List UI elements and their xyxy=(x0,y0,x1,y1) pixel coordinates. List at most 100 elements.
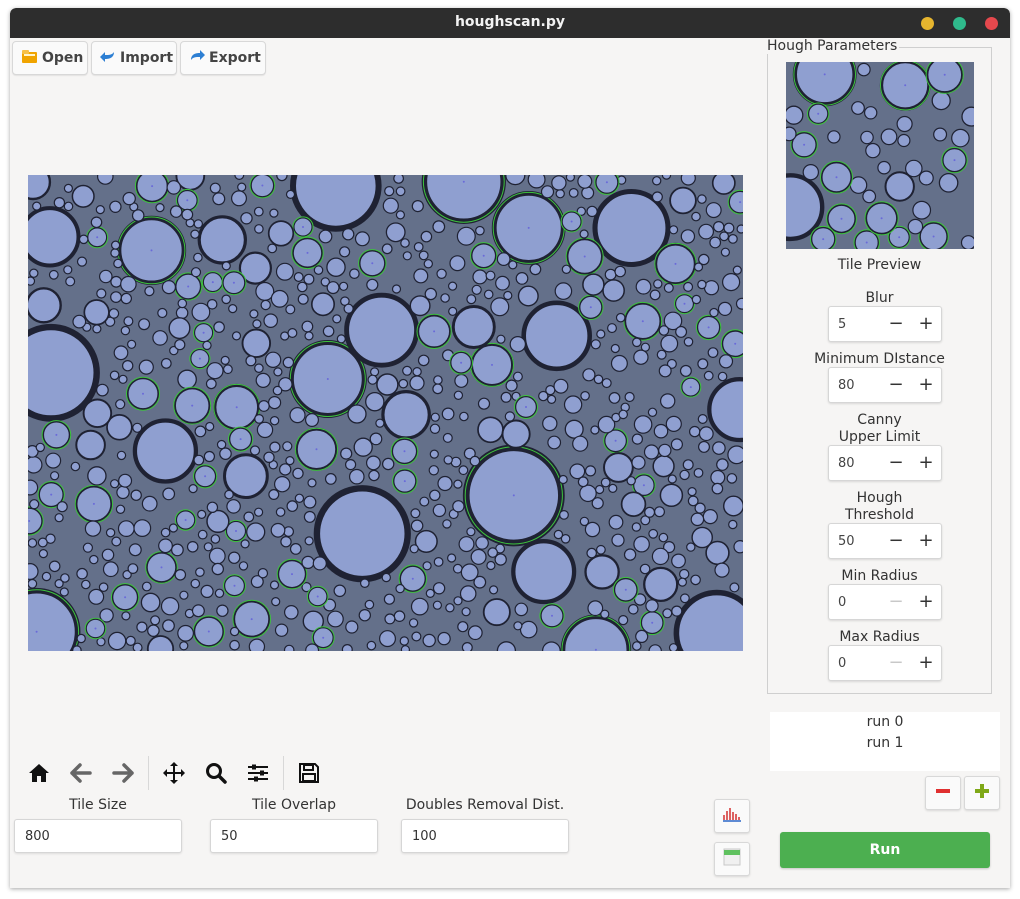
bubble xyxy=(686,542,696,552)
folder-icon xyxy=(21,49,38,68)
bubble xyxy=(132,642,143,651)
bubble xyxy=(99,269,113,284)
hough-threshold-increment-button[interactable]: + xyxy=(911,524,941,558)
max-radius-decrement-button[interactable]: − xyxy=(881,646,911,680)
bubble xyxy=(366,640,377,651)
runs-list[interactable]: run 0 run 1 xyxy=(770,712,1000,771)
tile-size-input[interactable]: 800 xyxy=(14,819,182,853)
blur-increment-button[interactable]: + xyxy=(911,307,941,341)
bubble xyxy=(584,554,620,590)
bubble xyxy=(273,367,283,377)
max-radius-increment-button[interactable]: + xyxy=(911,646,941,680)
bubble xyxy=(596,329,606,339)
table-button[interactable] xyxy=(714,842,750,876)
bubble xyxy=(226,499,241,514)
bubble xyxy=(28,578,38,589)
export-button[interactable]: Export xyxy=(180,41,266,75)
canny-upper-limit-spinbox[interactable]: 80 − + xyxy=(828,445,942,481)
bubble xyxy=(735,297,743,310)
list-item[interactable]: run 0 xyxy=(770,712,1000,733)
list-item[interactable]: run 1 xyxy=(770,733,1000,754)
hough-threshold-decrement-button[interactable]: − xyxy=(881,524,911,558)
bubble xyxy=(651,191,663,203)
histogram-button[interactable] xyxy=(714,799,750,833)
bubble xyxy=(519,620,538,639)
hough-threshold-spinbox[interactable]: 50 − + xyxy=(828,523,942,559)
pan-icon[interactable] xyxy=(157,756,191,790)
bubble xyxy=(381,243,393,255)
bubble xyxy=(263,451,275,463)
maximize-button[interactable] xyxy=(953,17,966,30)
bubble xyxy=(690,574,701,586)
bubble xyxy=(918,170,934,186)
bubble xyxy=(660,334,679,353)
bubble xyxy=(432,600,442,610)
configure-subplots-icon[interactable] xyxy=(241,756,275,790)
bubble xyxy=(951,128,970,148)
import-button[interactable]: Import xyxy=(91,41,177,75)
add-run-button[interactable] xyxy=(964,776,1000,810)
bubble xyxy=(662,608,673,619)
bubble xyxy=(138,318,151,331)
bubble xyxy=(248,638,266,651)
bubble xyxy=(653,279,663,289)
bubble xyxy=(483,289,494,300)
zoom-icon[interactable] xyxy=(199,756,233,790)
minimum-distance-decrement-button[interactable]: − xyxy=(881,368,911,402)
bubble xyxy=(614,265,626,278)
circle-center xyxy=(823,73,826,76)
bubble xyxy=(110,275,123,288)
circle-center xyxy=(55,433,58,436)
close-button[interactable] xyxy=(985,17,998,30)
bubble xyxy=(877,160,891,175)
bubble xyxy=(229,626,240,637)
bubble xyxy=(645,599,659,613)
canny-upper-limit-increment-button[interactable]: + xyxy=(911,446,941,480)
canny-upper-limit-decrement-button[interactable]: − xyxy=(881,446,911,480)
bubble-detection-image[interactable] xyxy=(28,175,743,651)
bubble xyxy=(228,304,238,314)
circle-center xyxy=(605,181,608,184)
bubble xyxy=(711,482,724,495)
bubble xyxy=(121,611,131,621)
circle-center xyxy=(460,361,463,364)
open-button[interactable]: Open xyxy=(12,41,88,75)
bubble xyxy=(312,556,327,571)
bubble xyxy=(158,538,173,554)
blur-decrement-button[interactable]: − xyxy=(881,307,911,341)
bubble xyxy=(454,373,469,388)
forward-arrow-icon[interactable] xyxy=(106,756,140,790)
min-radius-value: 0 xyxy=(838,594,847,610)
bubble xyxy=(436,268,447,280)
bubble xyxy=(545,385,556,396)
blur-spinbox[interactable]: 5 − + xyxy=(828,306,942,342)
minimum-distance-spinbox[interactable]: 80 − + xyxy=(828,367,942,403)
back-arrow-icon[interactable] xyxy=(64,756,98,790)
bubble xyxy=(276,175,288,182)
bubble xyxy=(304,536,314,546)
bubble xyxy=(60,573,70,583)
min-radius-decrement-button[interactable]: − xyxy=(881,585,911,619)
circle-center xyxy=(689,386,692,389)
circle-center xyxy=(880,217,883,220)
bubble xyxy=(305,413,320,428)
min-radius-spinbox[interactable]: 0 − + xyxy=(828,584,942,620)
tile-overlap-input[interactable]: 50 xyxy=(210,819,378,853)
doubles-removal-input[interactable]: 100 xyxy=(401,819,569,853)
remove-run-button[interactable] xyxy=(925,776,961,810)
bubble xyxy=(458,536,475,553)
save-icon[interactable] xyxy=(292,756,326,790)
hough-threshold-label: Hough Threshold xyxy=(845,490,914,523)
run-button[interactable]: Run xyxy=(780,832,990,868)
bubble xyxy=(296,281,308,293)
max-radius-spinbox[interactable]: 0 − + xyxy=(828,645,942,681)
minimum-distance-increment-button[interactable]: + xyxy=(911,368,941,402)
bubble xyxy=(508,260,518,270)
minimize-button[interactable] xyxy=(921,17,934,30)
bubble xyxy=(113,258,123,269)
home-icon[interactable] xyxy=(22,756,56,790)
bubble xyxy=(313,485,411,583)
min-radius-increment-button[interactable]: + xyxy=(911,585,941,619)
bubble xyxy=(448,281,458,291)
bubble xyxy=(851,101,865,115)
